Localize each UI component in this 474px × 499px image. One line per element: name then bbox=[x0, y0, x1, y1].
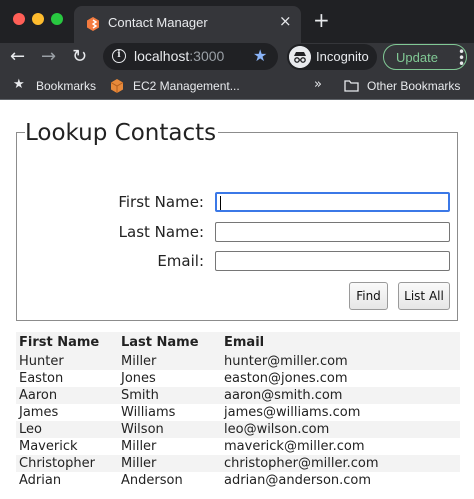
site-info-icon[interactable]: i bbox=[112, 49, 126, 63]
first-name-input[interactable] bbox=[215, 192, 450, 212]
last-name-cell: Miller bbox=[121, 439, 157, 454]
email-label: Email: bbox=[157, 252, 204, 270]
email-cell: leo@wilson.com bbox=[221, 421, 460, 438]
email-input[interactable] bbox=[215, 251, 450, 271]
address-bar[interactable]: i localhost:3000 ★ bbox=[103, 43, 278, 70]
close-window-button[interactable] bbox=[13, 13, 25, 25]
table-row: Hunter Miller hunter@miller.com bbox=[16, 353, 460, 370]
last-name-cell: Miller bbox=[118, 353, 221, 370]
tab-contact-manager[interactable]: Contact Manager × bbox=[74, 6, 301, 43]
site-favicon-icon bbox=[87, 17, 99, 31]
email-cell: aaron@smith.com bbox=[221, 387, 460, 404]
update-label: Update bbox=[396, 50, 438, 65]
first-name-cell: Aaron bbox=[16, 387, 118, 404]
first-name-cell: Easton bbox=[19, 371, 64, 386]
text-caret bbox=[220, 196, 221, 210]
table-row: Maverick Miller maverick@miller.com bbox=[16, 438, 460, 455]
last-name-cell: Williams bbox=[121, 405, 176, 420]
email-cell: christopher@miller.com bbox=[221, 455, 460, 472]
column-header-email: Email bbox=[221, 332, 460, 353]
other-bookmarks-item[interactable]: Other Bookmarks bbox=[367, 79, 460, 93]
last-name-cell: Anderson bbox=[121, 473, 183, 488]
aws-cube-icon bbox=[110, 79, 124, 93]
column-header-first-name: First Name bbox=[16, 332, 118, 353]
incognito-icon bbox=[289, 46, 311, 68]
contacts-table: First Name Last Name Email Hunter Miller… bbox=[16, 332, 460, 489]
first-name-cell: Christopher bbox=[16, 455, 118, 472]
browser-toolbar: ← → ↻ i localhost:3000 ★ Incognito Updat… bbox=[0, 43, 474, 73]
first-name-cell: Leo bbox=[16, 421, 118, 438]
first-name-cell: James bbox=[19, 405, 59, 420]
reload-icon[interactable]: ↻ bbox=[72, 45, 87, 69]
column-header-last-name: Last Name bbox=[118, 332, 221, 353]
list-all-button[interactable]: List All bbox=[398, 282, 450, 310]
back-arrow-icon[interactable]: ← bbox=[10, 45, 25, 69]
email-cell: adrian@anderson.com bbox=[224, 473, 372, 488]
table-row: Leo Wilson leo@wilson.com bbox=[16, 421, 460, 438]
first-name-cell: Maverick bbox=[19, 439, 78, 454]
bookmarks-star-icon: ★ bbox=[13, 77, 25, 92]
email-cell: maverick@miller.com bbox=[224, 439, 365, 454]
table-row: Easton Jones easton@jones.com bbox=[16, 370, 460, 387]
lookup-contacts-legend: Lookup Contacts bbox=[25, 118, 219, 148]
first-name-label: First Name: bbox=[118, 193, 204, 211]
table-row: Aaron Smith aaron@smith.com bbox=[16, 387, 460, 404]
folder-icon bbox=[344, 80, 359, 92]
email-cell: hunter@miller.com bbox=[221, 353, 460, 370]
tab-close-icon[interactable]: × bbox=[279, 12, 292, 30]
last-name-cell: Smith bbox=[118, 387, 221, 404]
table-row: James Williams james@williams.com bbox=[16, 404, 460, 421]
first-name-cell: Adrian bbox=[19, 473, 62, 488]
bookmarks-item[interactable]: Bookmarks bbox=[36, 79, 96, 93]
table-row: Christopher Miller christopher@miller.co… bbox=[16, 455, 460, 472]
last-name-input[interactable] bbox=[215, 222, 450, 242]
incognito-label: Incognito bbox=[316, 49, 369, 64]
find-button[interactable]: Find bbox=[349, 282, 388, 310]
tab-title: Contact Manager bbox=[108, 15, 208, 30]
last-name-cell: Jones bbox=[121, 371, 156, 386]
last-name-label: Last Name: bbox=[118, 223, 204, 241]
url-text[interactable]: localhost:3000 bbox=[134, 48, 224, 64]
incognito-indicator[interactable]: Incognito bbox=[287, 44, 377, 70]
update-button[interactable]: Update • • • bbox=[383, 44, 467, 70]
url-port: :3000 bbox=[189, 48, 225, 64]
forward-arrow-icon[interactable]: → bbox=[41, 45, 56, 69]
kebab-menu-icon[interactable]: • • • bbox=[458, 46, 465, 70]
tab-strip: Contact Manager × + bbox=[0, 0, 474, 43]
last-name-cell: Miller bbox=[118, 455, 221, 472]
url-host: localhost bbox=[134, 48, 190, 64]
bookmark-star-icon[interactable]: ★ bbox=[253, 46, 267, 65]
last-name-cell: Wilson bbox=[118, 421, 221, 438]
email-cell: james@williams.com bbox=[224, 405, 361, 420]
email-cell: easton@jones.com bbox=[224, 371, 348, 386]
zoom-window-button[interactable] bbox=[51, 13, 63, 25]
table-header-row: First Name Last Name Email bbox=[16, 332, 460, 353]
bookmark-ec2-management[interactable]: EC2 Management... bbox=[133, 79, 240, 93]
new-tab-button[interactable]: + bbox=[313, 10, 330, 30]
first-name-cell: Hunter bbox=[16, 353, 118, 370]
minimize-window-button[interactable] bbox=[32, 13, 44, 25]
table-row: Adrian Anderson adrian@anderson.com bbox=[16, 472, 460, 489]
bookmarks-overflow-icon[interactable]: » bbox=[314, 77, 322, 92]
bookmarks-bar: ★ Bookmarks EC2 Management... » Other Bo… bbox=[0, 73, 474, 100]
